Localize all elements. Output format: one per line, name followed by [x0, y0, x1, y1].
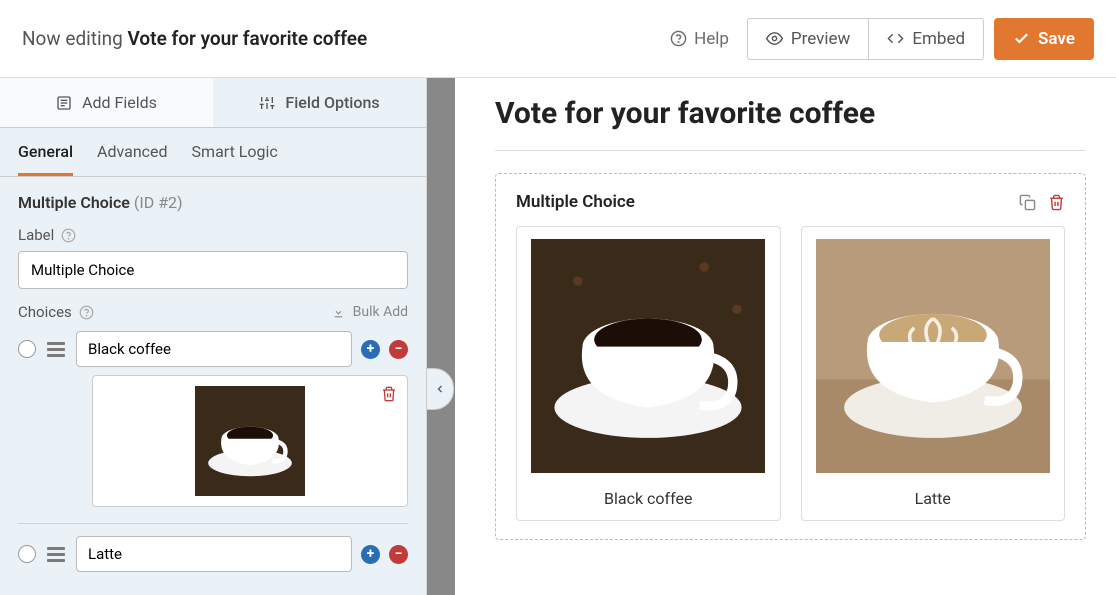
option-image [531, 239, 765, 473]
tab-field-options[interactable]: Field Options [213, 78, 426, 127]
choice-input[interactable] [76, 331, 352, 367]
add-choice-button[interactable]: + [361, 340, 380, 359]
bulk-add-label: Bulk Add [353, 304, 408, 320]
choices-caption: Choices [18, 303, 94, 321]
add-choice-button[interactable]: + [361, 545, 380, 564]
remove-choice-button[interactable]: − [389, 545, 408, 564]
choice-row: + − [18, 536, 408, 572]
field-id: (ID #2) [134, 193, 183, 212]
embed-label: Embed [912, 29, 965, 49]
embed-button[interactable]: Embed [868, 18, 984, 60]
tab-field-options-label: Field Options [285, 93, 379, 112]
tab-add-fields-label: Add Fields [82, 93, 157, 112]
label-input[interactable] [18, 251, 408, 289]
save-button[interactable]: Save [994, 18, 1094, 60]
help-circle-icon[interactable] [79, 305, 94, 320]
choice-row: + − [18, 331, 408, 367]
collapse-sidebar-button[interactable] [426, 368, 454, 410]
label-row: Label [18, 226, 408, 289]
drag-handle-icon[interactable] [45, 340, 67, 359]
bulk-add-button[interactable]: Bulk Add [332, 304, 408, 320]
field-type-name: Multiple Choice [18, 193, 130, 212]
eye-icon [766, 30, 783, 47]
radio-preview [18, 545, 36, 563]
field-type-heading: Multiple Choice (ID #2) [18, 193, 408, 212]
download-icon [332, 306, 345, 319]
duplicate-icon[interactable] [1019, 194, 1036, 211]
sidebar: Add Fields Field Options General Advance… [0, 78, 427, 595]
field-card-header: Multiple Choice [516, 192, 1065, 212]
code-icon [887, 30, 904, 47]
preview-divider [495, 150, 1086, 151]
choices-caption-text: Choices [18, 303, 72, 321]
choices-header: Choices Bulk Add [18, 303, 408, 321]
option-card[interactable]: Latte [801, 226, 1066, 521]
main-area: Add Fields Field Options General Advance… [0, 78, 1116, 595]
field-card-title: Multiple Choice [516, 192, 635, 212]
drag-handle-icon[interactable] [45, 545, 67, 564]
remove-choice-button[interactable]: − [389, 340, 408, 359]
help-circle-icon [670, 30, 687, 47]
label-caption-text: Label [18, 226, 54, 244]
editing-title: Now editing Vote for your favorite coffe… [22, 27, 367, 50]
field-card-actions [1019, 194, 1065, 211]
label-caption: Label [18, 226, 408, 244]
help-link[interactable]: Help [662, 23, 737, 55]
gutter [427, 78, 455, 595]
preview-label: Preview [791, 29, 850, 49]
subtabs: General Advanced Smart Logic [0, 128, 426, 177]
editing-prefix: Now editing [22, 27, 128, 50]
sidebar-tabs: Add Fields Field Options [0, 78, 426, 128]
choice-divider [18, 523, 408, 524]
trash-icon[interactable] [1048, 194, 1065, 211]
option-image [816, 239, 1050, 473]
option-label: Black coffee [604, 489, 692, 508]
subtab-smart-logic[interactable]: Smart Logic [192, 142, 278, 176]
preview-title: Vote for your favorite coffee [495, 96, 915, 132]
preview-button[interactable]: Preview [747, 18, 868, 60]
top-actions: Help Preview Embed Save [662, 18, 1094, 60]
tab-add-fields[interactable]: Add Fields [0, 78, 213, 127]
preview-embed-group: Preview Embed [747, 18, 984, 60]
option-label: Latte [915, 489, 951, 508]
delete-image-button[interactable] [381, 386, 397, 406]
form-icon [56, 95, 72, 111]
help-label: Help [694, 29, 729, 49]
choice-image-box [92, 375, 408, 507]
field-card[interactable]: Multiple Choice [495, 173, 1086, 540]
check-icon [1013, 30, 1030, 47]
help-circle-icon[interactable] [61, 228, 76, 243]
sliders-icon [259, 95, 275, 111]
trash-icon [381, 386, 397, 402]
subtab-advanced[interactable]: Advanced [97, 142, 168, 176]
form-preview: Vote for your favorite coffee Multiple C… [455, 78, 1116, 595]
options-panel: Multiple Choice (ID #2) Label Choices Bu… [0, 177, 426, 595]
option-card[interactable]: Black coffee [516, 226, 781, 521]
chevron-left-icon [434, 383, 446, 395]
subtab-general[interactable]: General [18, 142, 73, 176]
choice-image-thumbnail [195, 386, 305, 496]
option-cards: Black coffee Latte [516, 226, 1065, 521]
radio-preview [18, 340, 36, 358]
choice-input[interactable] [76, 536, 352, 572]
form-title: Vote for your favorite coffee [128, 27, 368, 50]
top-bar: Now editing Vote for your favorite coffe… [0, 0, 1116, 78]
save-label: Save [1038, 29, 1075, 49]
